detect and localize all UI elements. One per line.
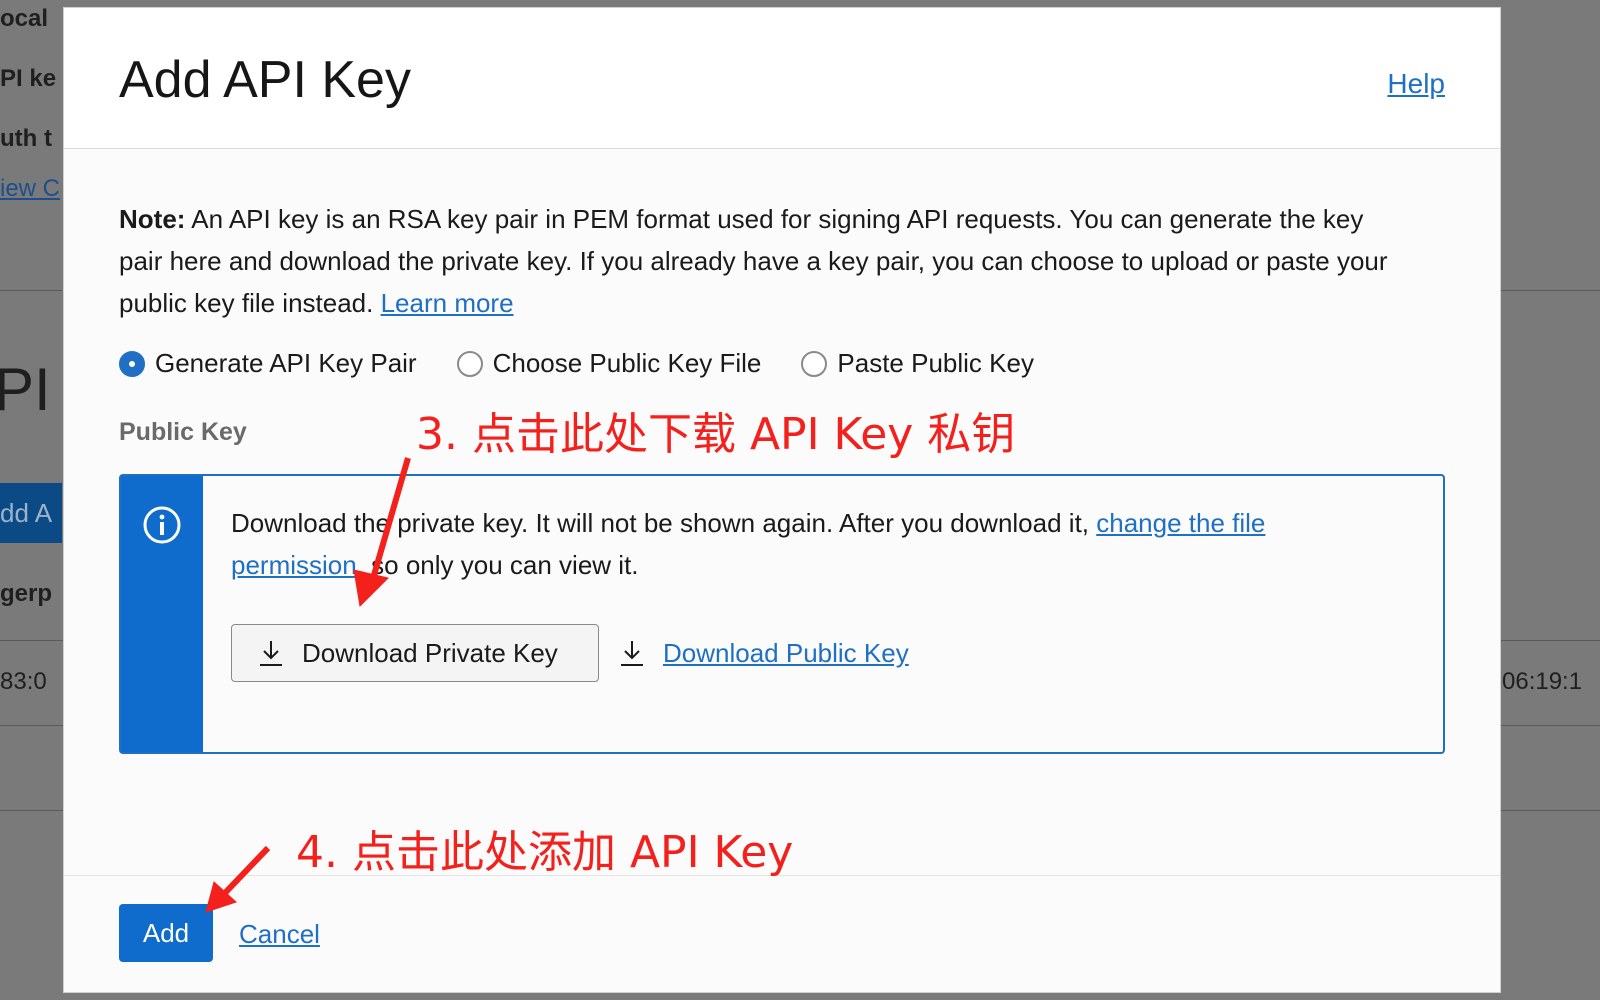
download-private-key-button[interactable]: Download Private Key	[231, 624, 599, 682]
note-label: Note:	[119, 204, 186, 234]
bg-cell: 83:0	[0, 668, 47, 695]
radio-choose-public-key-file[interactable]: Choose Public Key File	[456, 348, 762, 379]
radio-label: Generate API Key Pair	[155, 348, 417, 378]
info-text-before: Download the private key. It will not be…	[231, 508, 1097, 538]
download-public-key-link[interactable]: Download Public Key	[663, 638, 909, 669]
radio-unchecked-icon[interactable]	[801, 350, 828, 377]
key-source-radio-group: Generate API Key Pair Choose Public Key …	[119, 348, 1074, 379]
info-text-after: , so only you can view it.	[356, 550, 639, 580]
learn-more-link[interactable]: Learn more	[381, 288, 514, 318]
bg-fragment: PI ke	[0, 65, 57, 92]
annotation-step-4: 4. 点击此处添加 API Key	[296, 827, 794, 878]
dialog-header: Add API Key Help	[64, 8, 1500, 149]
help-link[interactable]: Help	[1387, 68, 1445, 100]
radio-unchecked-icon[interactable]	[456, 350, 483, 377]
download-private-key-label: Download Private Key	[302, 637, 558, 668]
radio-label: Choose Public Key File	[492, 348, 762, 378]
private-key-info-box: Download the private key. It will not be…	[119, 474, 1445, 754]
dialog-footer: Add Cancel	[64, 875, 1500, 992]
note-text: An API key is an RSA key pair in PEM for…	[119, 204, 1388, 318]
radio-checked-icon[interactable]	[119, 350, 145, 377]
download-icon	[260, 641, 282, 666]
cancel-link[interactable]: Cancel	[239, 919, 320, 950]
radio-generate-key-pair[interactable]: Generate API Key Pair	[119, 348, 417, 379]
bg-fragment: ocal	[0, 5, 49, 32]
info-message: Download the private key. It will not be…	[231, 502, 1391, 586]
radio-label: Paste Public Key	[837, 348, 1034, 378]
bg-fragment-link: iew C	[0, 175, 61, 202]
add-button[interactable]: Add	[119, 904, 213, 962]
info-stripe	[121, 476, 203, 752]
bg-fragment: gerp	[0, 580, 53, 607]
annotation-step-3: 3. 点击此处下载 API Key 私钥	[416, 409, 1016, 460]
download-icon	[621, 641, 643, 666]
radio-paste-public-key[interactable]: Paste Public Key	[801, 348, 1034, 379]
download-public-key[interactable]: Download Public Key	[619, 624, 909, 682]
bg-fragment: uth t	[0, 125, 52, 152]
info-icon	[143, 506, 181, 544]
dialog-title: Add API Key	[119, 51, 411, 109]
bg-cell: 06:19:1	[1502, 668, 1583, 695]
bg-button: dd A	[0, 483, 62, 543]
note-paragraph: Note: An API key is an RSA key pair in P…	[119, 198, 1409, 324]
public-key-label: Public Key	[119, 418, 247, 446]
